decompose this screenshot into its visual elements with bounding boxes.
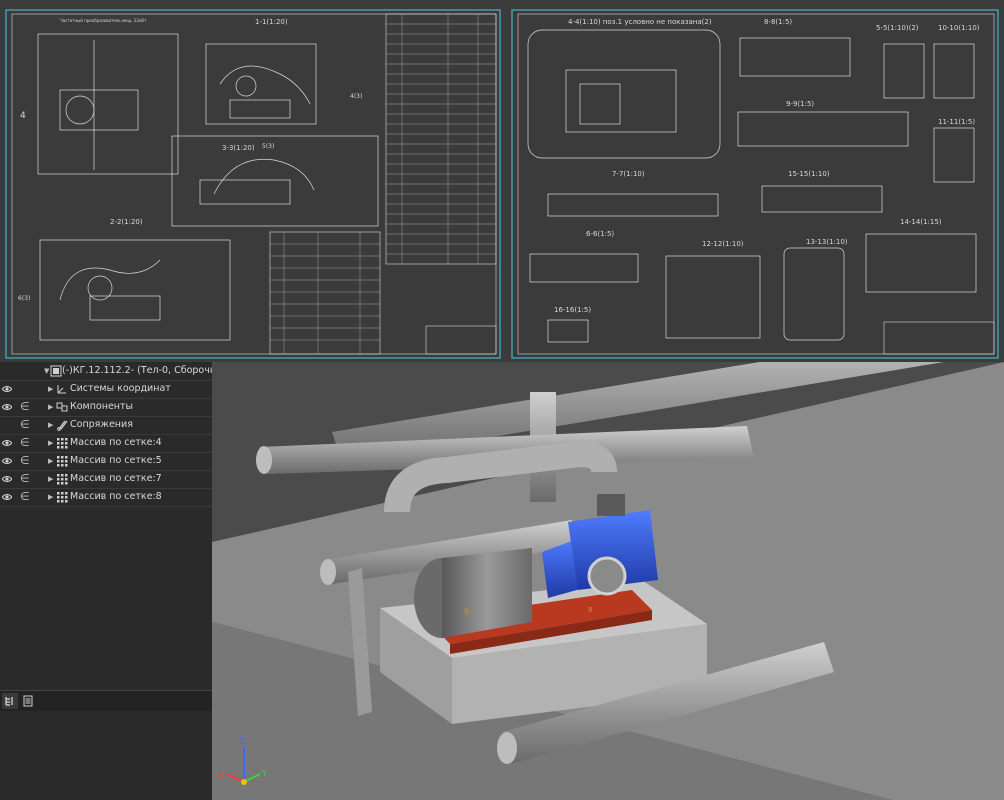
left-spec-table	[269, 231, 381, 355]
view-title-9-9: 9-9(1:5)	[786, 100, 814, 108]
tree-item-grid-array-4[interactable]: ∈ ▶ Массив по сетке:4	[0, 434, 212, 453]
grid-array-icon	[57, 492, 68, 503]
grid-array-icon	[57, 456, 68, 467]
expand-arrow-icon[interactable]: ▶	[48, 470, 53, 488]
view-title-5-5: 5-5(1:10)(2)	[876, 24, 919, 32]
eye-icon[interactable]	[2, 456, 12, 466]
axis-x-label: X	[218, 771, 224, 780]
pipe-end	[320, 559, 336, 585]
tree-item-mates[interactable]: ∈ ▶ Сопряжения	[0, 416, 212, 435]
view-title-4-4: 4-4(1:10) поз.1 условно не показана(2)	[568, 18, 712, 26]
mates-icon	[57, 420, 68, 431]
tree-item-components[interactable]: ∈ ▶ Компоненты	[0, 398, 212, 417]
include-icon[interactable]: ∈	[20, 452, 30, 470]
eye-icon[interactable]	[2, 402, 12, 412]
view-title-16-16: 16-16(1:5)	[554, 306, 591, 314]
view-title-15-15: 15-15(1:10)	[788, 170, 830, 178]
tree-item-grid-array-7[interactable]: ∈ ▶ Массив по сетке:7	[0, 470, 212, 489]
include-icon[interactable]: ∈	[20, 398, 30, 416]
properties-tab[interactable]	[20, 693, 36, 709]
tree-item-label: Массив по сетке:8	[70, 491, 162, 502]
expand-arrow-icon[interactable]: ▶	[48, 434, 53, 452]
coordinate-systems-icon	[57, 385, 66, 394]
drawing-note: Частотный преобразователь мощ. 22кВт	[60, 18, 147, 23]
pump-inlet-flange	[587, 556, 627, 596]
tree-item-grid-array-8[interactable]: ∈ ▶ Массив по сетке:8	[0, 488, 212, 507]
view-title-13-13: 13-13(1:10)	[806, 238, 848, 246]
grid-array-icon	[57, 474, 68, 485]
view-mark-4-3: 4(3)	[350, 93, 362, 100]
include-icon[interactable]: ∈	[20, 470, 30, 488]
expand-arrow-icon[interactable]: ▶	[48, 398, 53, 416]
3d-scene: 8 8 Z X Y	[212, 362, 1004, 800]
part-label-pump: 8	[588, 606, 592, 614]
3d-viewport[interactable]: 8 8 Z X Y	[212, 362, 1004, 800]
part-label-motor: 8	[464, 607, 469, 616]
expand-arrow-icon[interactable]: ▶	[48, 416, 53, 434]
include-icon[interactable]: ∈	[20, 488, 30, 506]
tree-tab-icon	[5, 697, 13, 706]
pipe-end	[497, 732, 517, 764]
tree-item-label: Массив по сетке:5	[70, 455, 162, 466]
expand-arrow-icon[interactable]: ▶	[48, 488, 53, 506]
left-title-block	[425, 325, 497, 355]
grid-array-icon	[57, 438, 68, 449]
model-tree-panel[interactable]: ▼ (-)КГ.12.112.2- (Тел-0, Сборочных един…	[0, 362, 212, 800]
include-icon[interactable]: ∈	[20, 416, 30, 434]
collapse-arrow-icon[interactable]: ▼	[44, 362, 49, 380]
assembly-icon	[50, 365, 62, 377]
eye-icon[interactable]	[2, 384, 12, 394]
list-tab-icon	[23, 695, 33, 707]
components-icon	[56, 402, 68, 412]
left-drawing-sheet[interactable]: 1-1(1:20) 2-2(1:20) 3-3(1:20) Частотный …	[5, 9, 501, 359]
view-title-3-3: 3-3(1:20)	[222, 144, 255, 152]
tree-item-label: Сопряжения	[70, 419, 133, 430]
tree-item-label: Массив по сетке:4	[70, 437, 162, 448]
tree-item-label: Системы координат	[70, 383, 171, 394]
view-title-14-14: 14-14(1:15)	[900, 218, 942, 226]
include-icon[interactable]: ∈	[20, 434, 30, 452]
tree-item-grid-array-5[interactable]: ∈ ▶ Массив по сетке:5	[0, 452, 212, 471]
tree-root-label: (-)КГ.12.112.2- (Тел-0, Сборочных един	[62, 365, 212, 376]
drawing-sheets: 1-1(1:20) 2-2(1:20) 3-3(1:20) Частотный …	[5, 9, 999, 359]
view-title-7-7: 7-7(1:10)	[612, 170, 645, 178]
view-title-2-2: 2-2(1:20)	[110, 218, 143, 226]
right-title-block	[883, 321, 995, 355]
panel-tabs	[0, 690, 212, 711]
view-title-8-8: 8-8(1:5)	[764, 18, 792, 26]
tree-item-label: Массив по сетке:7	[70, 473, 162, 484]
expand-arrow-icon[interactable]: ▶	[48, 380, 53, 398]
axis-z-label: Z	[240, 737, 246, 746]
view-title-6-6: 6-6(1:5)	[586, 230, 614, 238]
tree-tab[interactable]	[2, 693, 18, 709]
eye-icon[interactable]	[2, 438, 12, 448]
tree-item-label: Компоненты	[70, 401, 134, 412]
eye-icon[interactable]	[2, 492, 12, 502]
view-title-11-11: 11-11(1:5)	[938, 118, 975, 126]
right-drawing-sheet[interactable]: 4-4(1:10) поз.1 условно не показана(2) 8…	[511, 9, 999, 359]
view-title-10-10: 10-10(1:10)	[938, 24, 980, 32]
view-mark-4: 4	[20, 111, 26, 121]
view-mark-5-3: 5(3)	[262, 143, 274, 150]
eye-icon[interactable]	[2, 474, 12, 484]
tree-item-coordinate-systems[interactable]: ▶ Системы координат	[0, 380, 212, 399]
pipe-end	[256, 446, 272, 474]
axis-y-label: Y	[261, 769, 267, 778]
view-title-12-12: 12-12(1:10)	[702, 240, 744, 248]
view-title-1-1: 1-1(1:20)	[255, 18, 288, 26]
view-mark-6-3: 6(3)	[18, 295, 30, 302]
pump-outlet-flange	[597, 494, 625, 516]
drawing-area[interactable]: 1-1(1:20) 2-2(1:20) 3-3(1:20) Частотный …	[0, 0, 1004, 362]
left-bom-table	[385, 13, 497, 265]
expand-arrow-icon[interactable]: ▶	[48, 452, 53, 470]
tree-root[interactable]: ▼ (-)КГ.12.112.2- (Тел-0, Сборочных един	[0, 362, 212, 381]
